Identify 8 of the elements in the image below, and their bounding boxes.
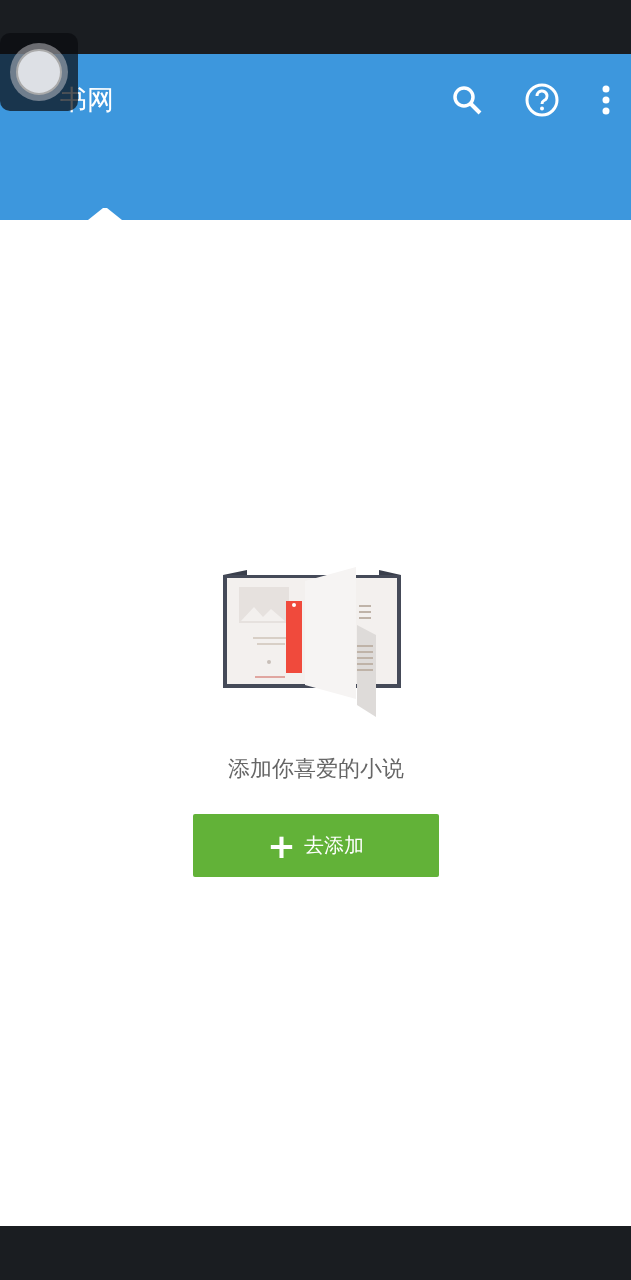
help-icon [525, 83, 559, 117]
help-button[interactable] [525, 83, 559, 117]
more-button[interactable] [601, 85, 611, 115]
search-button[interactable] [451, 84, 483, 116]
search-icon [451, 84, 483, 116]
empty-message: 添加你喜爱的小说 [227, 755, 404, 783]
add-button[interactable]: + 去添加 [192, 814, 439, 877]
more-icon [601, 85, 611, 115]
